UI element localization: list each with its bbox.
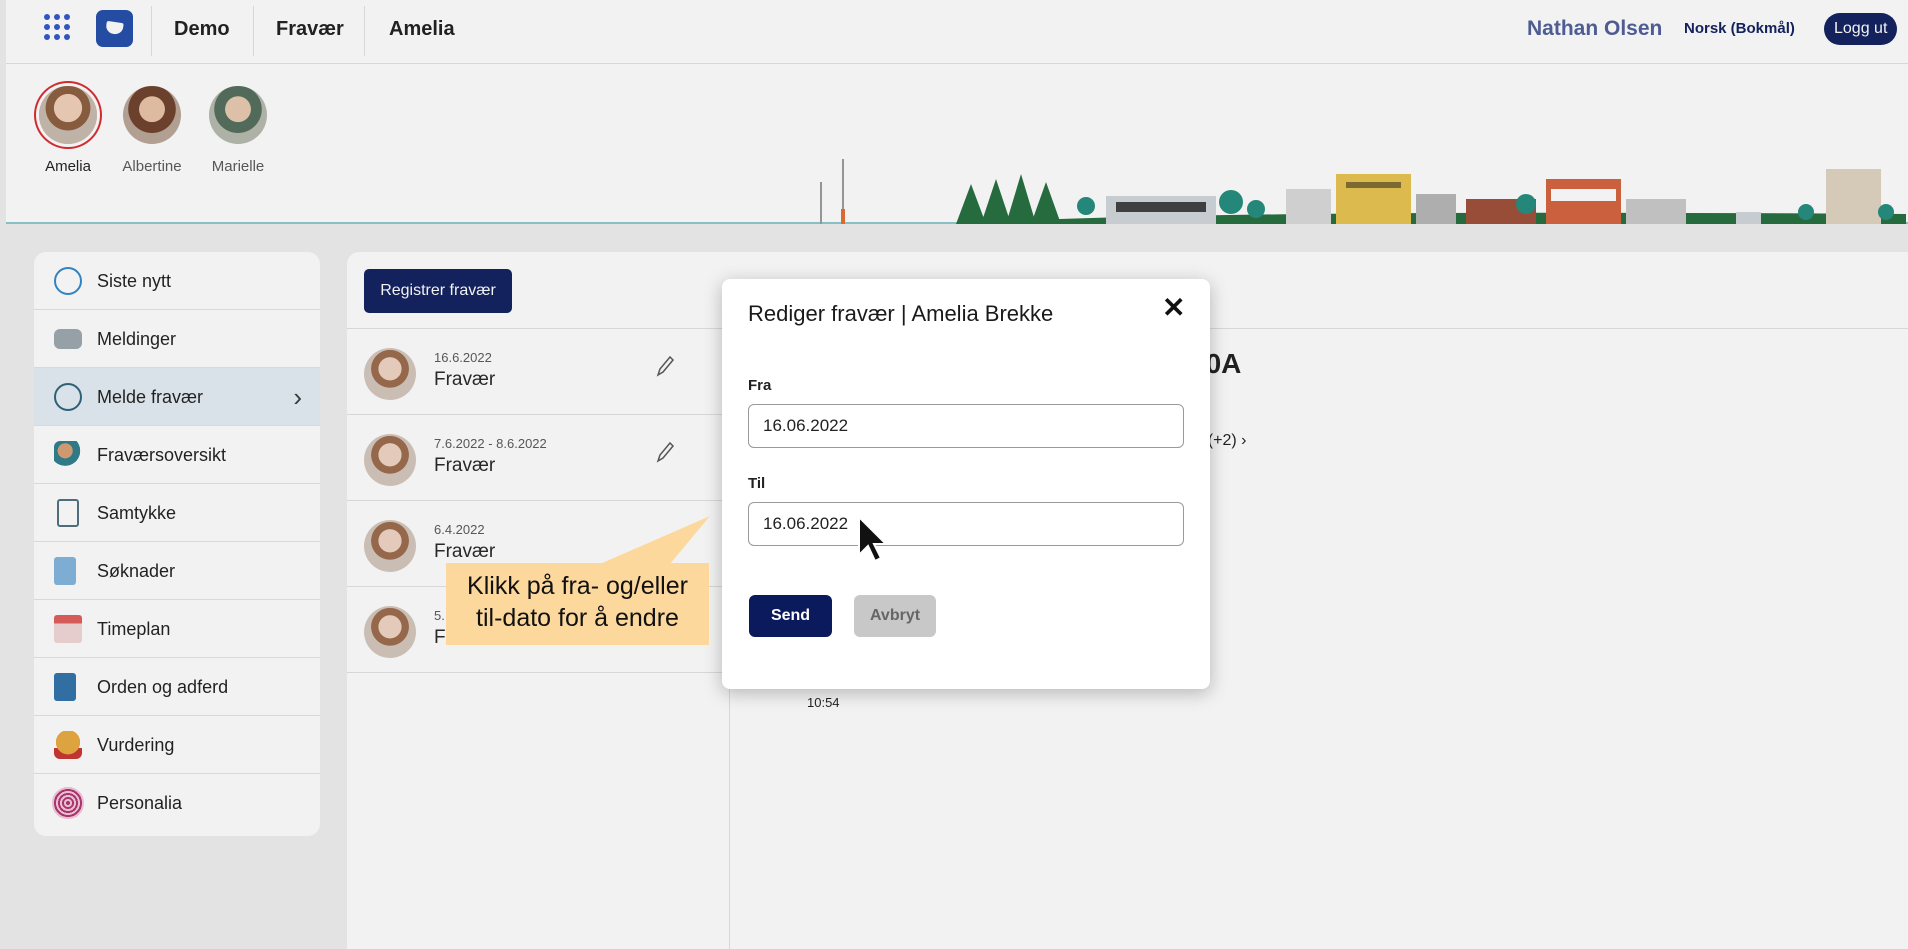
close-icon[interactable]: ✕ xyxy=(1162,294,1185,322)
mouse-cursor-icon xyxy=(858,515,889,563)
send-button[interactable]: Send xyxy=(749,595,832,637)
from-label: Fra xyxy=(748,377,772,394)
callout-line: Klikk på fra- og/eller xyxy=(467,572,688,600)
to-label: Til xyxy=(748,475,766,492)
tutorial-callout: Klikk på fra- og/eller til-dato for å en… xyxy=(446,563,709,645)
to-date-field[interactable]: 16.06.2022 xyxy=(748,502,1184,546)
from-date-field[interactable]: 16.06.2022 xyxy=(748,404,1184,448)
edit-absence-dialog: Rediger fravær | Amelia Brekke ✕ Fra 16.… xyxy=(722,279,1210,689)
dialog-title: Rediger fravær | Amelia Brekke xyxy=(748,301,1054,326)
cancel-button[interactable]: Avbryt xyxy=(854,595,936,637)
callout-line: til-dato for å endre xyxy=(476,604,679,632)
